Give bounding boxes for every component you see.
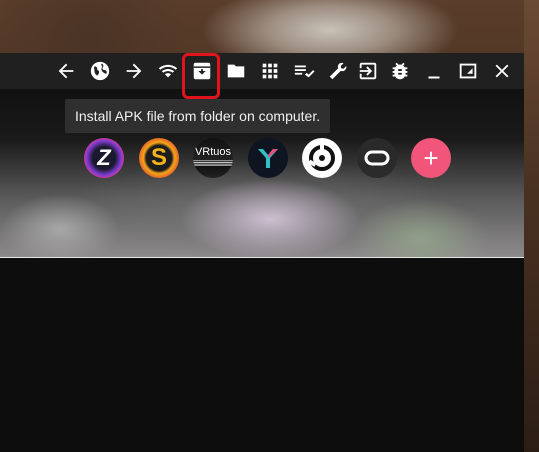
- desktop-wallpaper-edge: [524, 0, 539, 452]
- minimize-button[interactable]: [422, 59, 446, 83]
- archive-download-icon: [193, 62, 211, 80]
- playlist-check-button[interactable]: [292, 59, 316, 83]
- resize-icon: [459, 63, 477, 79]
- tooltip: Install APK file from folder on computer…: [65, 99, 331, 133]
- add-app-button[interactable]: +: [411, 138, 451, 178]
- minimize-icon: [428, 76, 440, 79]
- exit-icon: [359, 62, 377, 80]
- playlist-check-icon: [294, 65, 315, 78]
- app-icon-oculus[interactable]: [357, 138, 397, 178]
- app-icon-circle[interactable]: [302, 138, 342, 178]
- folder-icon: [227, 64, 245, 78]
- oculus-logo-icon: [364, 150, 390, 166]
- wifi-button[interactable]: [156, 59, 180, 83]
- globe-icon: [90, 61, 110, 81]
- arrow-right-icon: [126, 63, 142, 79]
- app-icon-z[interactable]: Z: [84, 138, 124, 178]
- app-icon-s-label: S: [150, 144, 167, 171]
- tooltip-text: Install APK file from folder on computer…: [75, 108, 321, 124]
- folder-button[interactable]: [224, 59, 248, 83]
- resize-button[interactable]: [456, 59, 480, 83]
- forward-button[interactable]: [122, 59, 146, 83]
- install-apk-button[interactable]: [190, 59, 214, 83]
- add-app-label: +: [423, 143, 439, 173]
- app-icon-s[interactable]: S: [139, 138, 179, 178]
- close-icon: [495, 64, 509, 78]
- apps-grid-button[interactable]: [258, 59, 282, 83]
- wrench-icon: [329, 62, 347, 80]
- grid-icon: [262, 63, 278, 79]
- app-icon-z-label: Z: [97, 145, 111, 170]
- banner-divider: [0, 257, 524, 258]
- browser-button[interactable]: [88, 59, 112, 83]
- bug-icon: [392, 62, 408, 80]
- app-icon-y[interactable]: [248, 138, 288, 178]
- app-icon-vrtuos-label: VRtuos: [194, 146, 232, 158]
- app-icon-vrtuos[interactable]: VRtuos: [193, 138, 233, 178]
- debug-button[interactable]: [388, 59, 412, 83]
- toolbar: [0, 53, 524, 89]
- close-button[interactable]: [490, 59, 514, 83]
- tools-button[interactable]: [326, 59, 350, 83]
- y-logo-icon: [258, 149, 278, 168]
- arrow-left-icon: [58, 63, 74, 79]
- ring-logo-icon: [308, 143, 335, 171]
- wifi-icon: [158, 64, 178, 78]
- exit-button[interactable]: [356, 59, 380, 83]
- back-button[interactable]: [54, 59, 78, 83]
